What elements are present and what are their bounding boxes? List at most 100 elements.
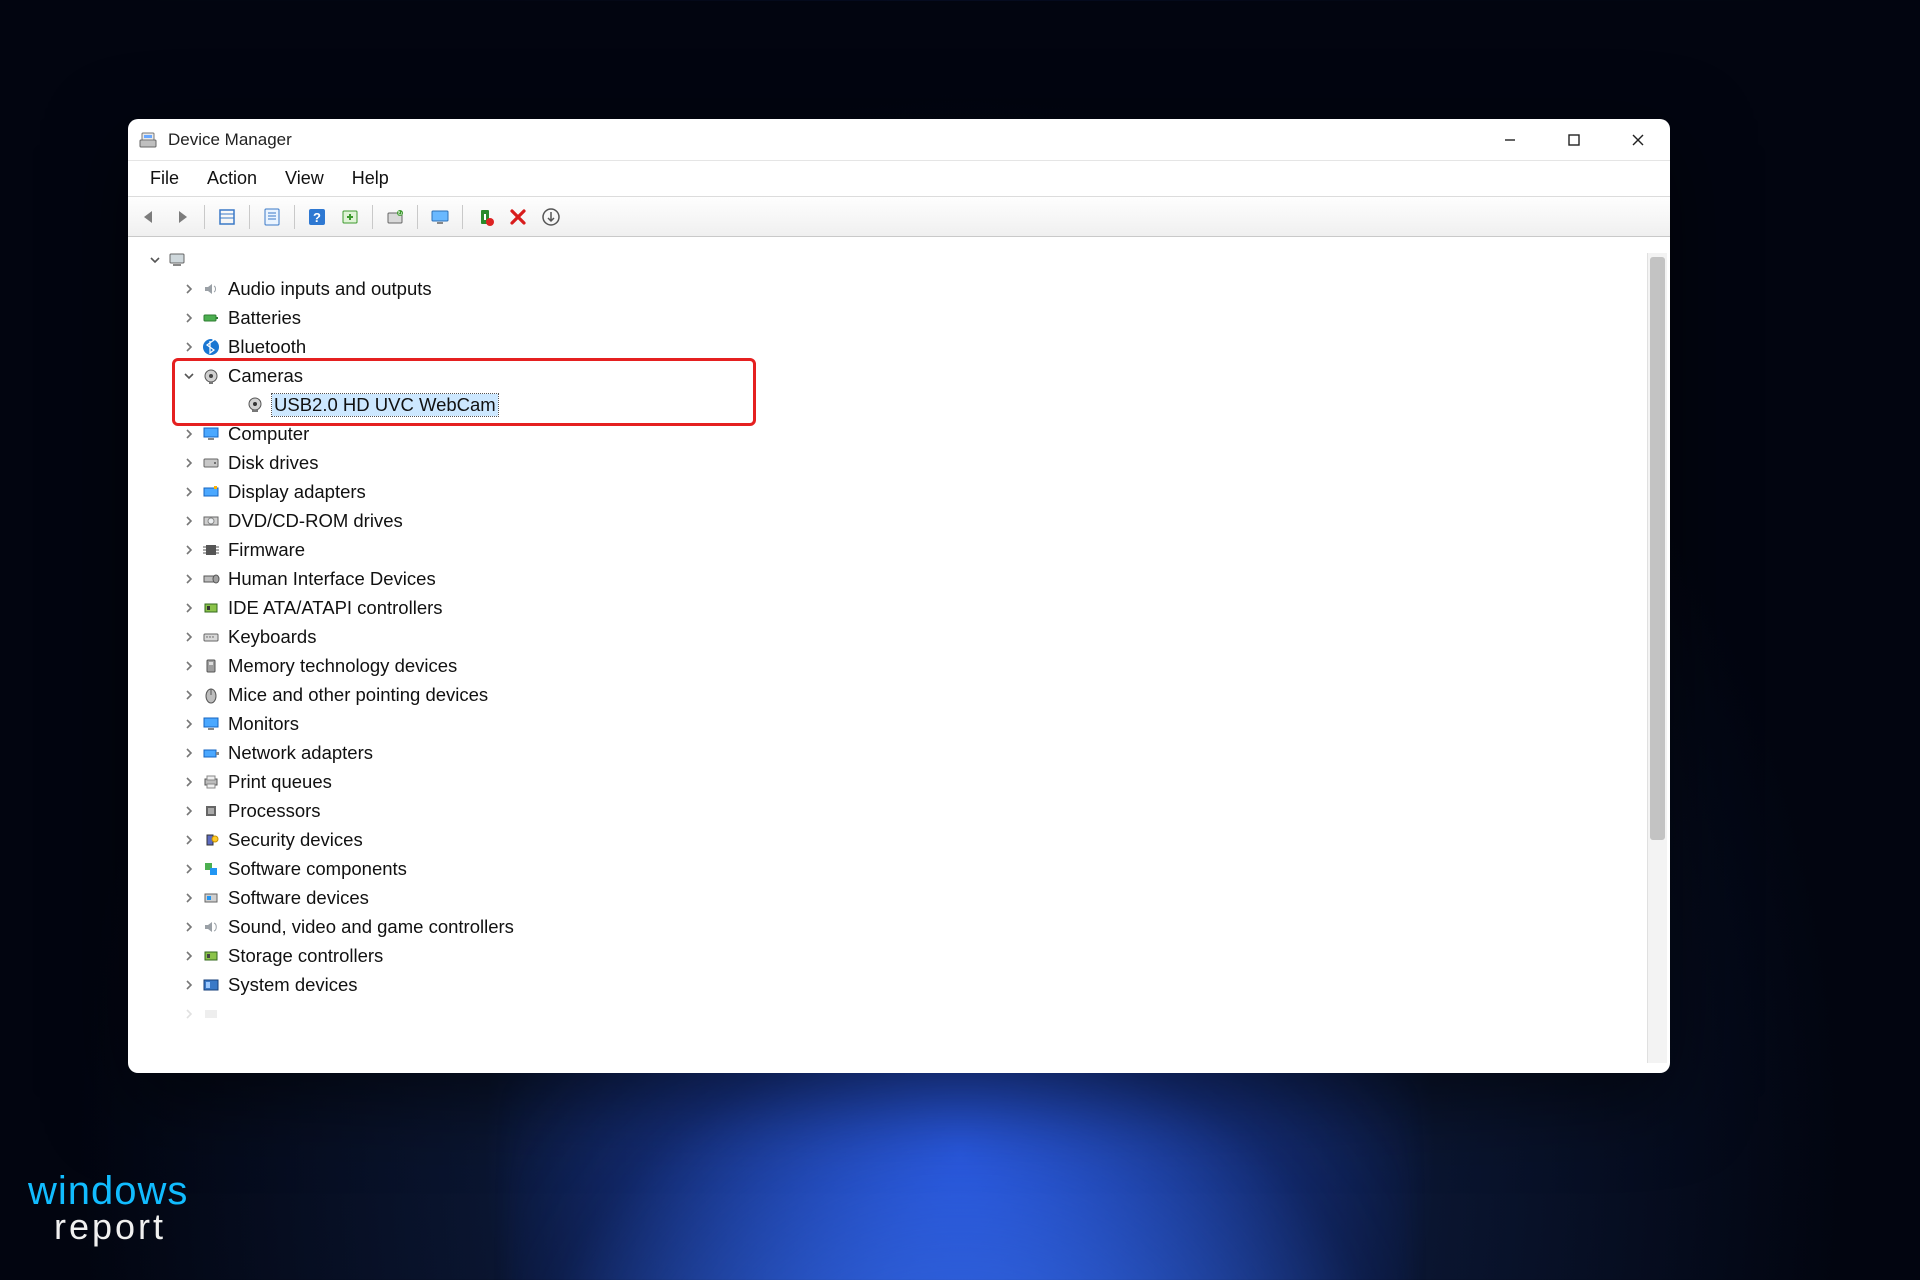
disk-icon <box>200 452 222 474</box>
chevron-down-icon[interactable] <box>146 251 164 269</box>
tree-item-usb-webcam[interactable]: USB2.0 HD UVC WebCam <box>136 390 1670 419</box>
toolbar-back-button[interactable] <box>134 202 164 232</box>
menu-action[interactable]: Action <box>193 164 271 193</box>
speaker-icon <box>200 278 222 300</box>
tree-item-label: Computer <box>228 423 309 445</box>
vertical-scrollbar[interactable] <box>1647 253 1667 1063</box>
tree-item-keyboards[interactable]: Keyboards <box>136 622 1670 651</box>
tree-item-swcomp[interactable]: Software components <box>136 854 1670 883</box>
chevron-right-icon[interactable] <box>180 889 198 907</box>
chevron-right-icon[interactable] <box>180 657 198 675</box>
chevron-right-icon[interactable] <box>180 831 198 849</box>
tree-item-memory[interactable]: Memory technology devices <box>136 651 1670 680</box>
chevron-down-icon[interactable] <box>180 367 198 385</box>
tree-item-monitors[interactable]: Monitors <box>136 709 1670 738</box>
toolbar-properties-button[interactable] <box>257 202 287 232</box>
chevron-right-icon[interactable] <box>180 976 198 994</box>
chevron-right-icon[interactable] <box>180 918 198 936</box>
tree-item-cameras[interactable]: Cameras <box>136 361 1670 390</box>
chevron-right-icon[interactable] <box>180 280 198 298</box>
menu-help[interactable]: Help <box>338 164 403 193</box>
app-icon <box>138 130 158 150</box>
chevron-right-icon[interactable] <box>180 483 198 501</box>
chevron-right-icon[interactable] <box>180 338 198 356</box>
tree-item-sound[interactable]: Sound, video and game controllers <box>136 912 1670 941</box>
menu-view[interactable]: View <box>271 164 338 193</box>
tree-item-printq[interactable]: Print queues <box>136 767 1670 796</box>
tree-item-storage[interactable]: Storage controllers <box>136 941 1670 970</box>
tree-item-hid[interactable]: Human Interface Devices <box>136 564 1670 593</box>
chevron-right-icon[interactable] <box>180 628 198 646</box>
chevron-right-icon[interactable] <box>180 425 198 443</box>
tree-item-label: Audio inputs and outputs <box>228 278 432 300</box>
chevron-right-icon[interactable] <box>180 947 198 965</box>
tree-item-mice[interactable]: Mice and other pointing devices <box>136 680 1670 709</box>
chevron-right-icon[interactable] <box>180 599 198 617</box>
chevron-right-icon[interactable] <box>180 309 198 327</box>
toolbar-uninstall-button[interactable] <box>470 202 500 232</box>
storage-controller-icon <box>200 945 222 967</box>
tree-item-label: Sound, video and game controllers <box>228 916 514 938</box>
toolbar-update-driver-button[interactable] <box>335 202 365 232</box>
software-component-icon <box>200 858 222 880</box>
system-device-icon <box>200 974 222 996</box>
window-controls <box>1478 119 1670 160</box>
tree-item-firmware[interactable]: Firmware <box>136 535 1670 564</box>
chevron-right-icon[interactable] <box>180 570 198 588</box>
chip-icon <box>200 539 222 561</box>
toolbar-disable-button[interactable] <box>503 202 533 232</box>
display-adapter-icon <box>200 481 222 503</box>
tree-item-audio[interactable]: Audio inputs and outputs <box>136 274 1670 303</box>
toolbar-separator <box>462 205 463 229</box>
tree-item-label: Network adapters <box>228 742 373 764</box>
tree-item-system[interactable]: System devices <box>136 970 1670 999</box>
chevron-right-icon[interactable] <box>180 802 198 820</box>
toolbar-forward-button[interactable] <box>167 202 197 232</box>
tree-item-batteries[interactable]: Batteries <box>136 303 1670 332</box>
tree-item-network[interactable]: Network adapters <box>136 738 1670 767</box>
tree-item-label: Cameras <box>228 365 303 387</box>
memory-icon <box>200 655 222 677</box>
sound-icon <box>200 916 222 938</box>
tree-item-label: USB2.0 HD UVC WebCam <box>272 394 498 416</box>
monitor-icon <box>200 713 222 735</box>
tree-item-ide[interactable]: IDE ATA/ATAPI controllers <box>136 593 1670 622</box>
tree-item-display[interactable]: Display adapters <box>136 477 1670 506</box>
generic-icon <box>200 1003 222 1025</box>
tree-item-disk[interactable]: Disk drives <box>136 448 1670 477</box>
toolbar-scan-button[interactable]: ↻ <box>380 202 410 232</box>
toolbar-show-hidden-button[interactable] <box>212 202 242 232</box>
toolbar-events-button[interactable] <box>536 202 566 232</box>
chevron-right-icon[interactable] <box>180 686 198 704</box>
device-manager-window: Device Manager File Action View Help <box>128 119 1670 1073</box>
tree-item-processors[interactable]: Processors <box>136 796 1670 825</box>
tree-item-label: Disk drives <box>228 452 318 474</box>
tree-item-computer[interactable]: Computer <box>136 419 1670 448</box>
chevron-right-icon[interactable] <box>180 744 198 762</box>
tree-item-label: IDE ATA/ATAPI controllers <box>228 597 443 619</box>
webcam-icon <box>244 394 266 416</box>
chevron-right-icon[interactable] <box>180 715 198 733</box>
watermark-line2: report <box>54 1210 188 1244</box>
tree-item-label: System devices <box>228 974 358 996</box>
scrollbar-thumb[interactable] <box>1650 257 1665 840</box>
tree-item-swdev[interactable]: Software devices <box>136 883 1670 912</box>
chevron-right-icon[interactable] <box>180 860 198 878</box>
chevron-right-icon[interactable] <box>180 454 198 472</box>
chevron-right-icon[interactable] <box>180 541 198 559</box>
toolbar-separator <box>249 205 250 229</box>
network-adapter-icon <box>200 742 222 764</box>
tree-item-bluetooth[interactable]: Bluetooth <box>136 332 1670 361</box>
tree-root-computer[interactable] <box>136 245 1670 274</box>
minimize-button[interactable] <box>1478 119 1542 160</box>
chevron-right-icon[interactable] <box>180 512 198 530</box>
close-button[interactable] <box>1606 119 1670 160</box>
menu-file[interactable]: File <box>136 164 193 193</box>
toolbar-help-button[interactable]: ? <box>302 202 332 232</box>
software-device-icon <box>200 887 222 909</box>
tree-item-dvd[interactable]: DVD/CD-ROM drives <box>136 506 1670 535</box>
tree-item-security[interactable]: Security devices <box>136 825 1670 854</box>
maximize-button[interactable] <box>1542 119 1606 160</box>
toolbar-monitor-button[interactable] <box>425 202 455 232</box>
chevron-right-icon[interactable] <box>180 773 198 791</box>
